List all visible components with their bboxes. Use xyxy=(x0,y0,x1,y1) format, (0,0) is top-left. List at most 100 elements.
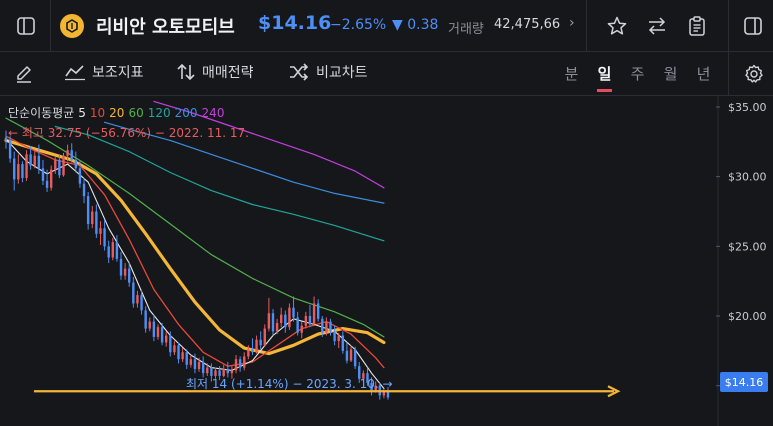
candle-body xyxy=(164,335,168,343)
clipboard-icon[interactable] xyxy=(677,6,717,46)
candle-body xyxy=(144,310,147,329)
candle-body xyxy=(17,164,20,180)
chevron-right-icon[interactable]: › xyxy=(569,15,575,31)
candle-body xyxy=(25,154,28,179)
top-bar: 리비안 오토모티브 $14.16 −2.65% ▼ 0.38 거래량 42,47… xyxy=(0,0,773,52)
candle-body xyxy=(95,211,98,234)
candle-body xyxy=(160,327,164,343)
indicator-label: 보조지표 xyxy=(92,65,144,81)
candle-body xyxy=(284,314,287,328)
tab-year[interactable]: 년 xyxy=(694,63,713,84)
stock-name: 리비안 오토모티브 xyxy=(96,17,235,38)
candle-body xyxy=(333,331,336,342)
candle-body xyxy=(296,317,299,333)
candle-body xyxy=(349,349,353,361)
candle-body xyxy=(21,164,24,179)
trend-line-icon xyxy=(65,65,85,81)
tab-day[interactable]: 일 xyxy=(595,63,614,92)
candle-body xyxy=(156,327,160,337)
candle-body xyxy=(353,349,357,367)
compare-button[interactable]: 비교차트 xyxy=(288,62,368,82)
candle-body xyxy=(292,307,295,318)
y-axis: $35.00$30.00$25.00$20.00$15.00 xyxy=(716,101,767,393)
tab-week[interactable]: 주 xyxy=(628,63,647,84)
candle-body xyxy=(177,345,180,360)
strategy-button[interactable]: 매매전략 xyxy=(176,62,254,82)
candle-body xyxy=(185,352,188,365)
header-actions xyxy=(597,6,717,46)
candle-body xyxy=(329,321,332,332)
tab-month[interactable]: 월 xyxy=(661,63,680,84)
candle-body xyxy=(189,359,193,365)
candle-body xyxy=(123,268,127,276)
volume-value: 42,475,66 xyxy=(494,17,561,32)
candle-body xyxy=(312,303,316,325)
candle-body xyxy=(337,335,340,342)
ma-legend-period: 20 xyxy=(109,106,125,120)
pen-icon[interactable] xyxy=(4,54,44,94)
candle-body xyxy=(140,295,143,311)
candle-body xyxy=(255,339,258,353)
candle-body xyxy=(41,168,45,181)
divider xyxy=(728,0,729,52)
y-tick-label: $30.00 xyxy=(728,171,767,184)
tab-minute[interactable]: 분 xyxy=(562,63,581,84)
sidebar-toggle-icon[interactable] xyxy=(6,6,46,46)
candle-body xyxy=(263,328,266,346)
y-tick-label: $20.00 xyxy=(728,310,767,323)
divider xyxy=(50,0,51,52)
up-down-arrows-icon xyxy=(177,63,195,81)
candle-body xyxy=(148,321,151,329)
candle-body xyxy=(29,154,32,166)
candle-body xyxy=(206,367,209,374)
candle-body xyxy=(259,339,262,346)
volume-label: 거래량 xyxy=(448,22,484,37)
indicator-button[interactable]: 보조지표 xyxy=(64,62,144,82)
candle-body xyxy=(128,268,131,283)
candle-body xyxy=(243,356,246,368)
candle-body xyxy=(321,318,324,333)
candle-body xyxy=(62,155,65,176)
candle-body xyxy=(132,282,135,304)
star-icon[interactable] xyxy=(597,6,637,46)
candle-body xyxy=(107,246,110,258)
candle-body xyxy=(201,362,205,374)
candle-body xyxy=(99,228,102,234)
ma-legend-period: 10 xyxy=(89,106,106,120)
candle-body xyxy=(119,258,123,276)
panel-right-icon[interactable] xyxy=(733,6,773,46)
candle-body xyxy=(341,335,345,351)
ma-legend-label: 단순이동평균 xyxy=(8,106,75,120)
ma-legend: 단순이동평균 5 10 20 60 120 200 240 xyxy=(8,104,232,121)
candle-body xyxy=(271,313,275,332)
candle-body xyxy=(8,140,12,159)
candle-body xyxy=(173,345,176,353)
ma-legend-period: 60 xyxy=(128,106,144,120)
candle-body xyxy=(70,150,73,160)
candle-body xyxy=(267,313,271,329)
candle-body xyxy=(78,168,82,184)
candle-body xyxy=(193,359,197,369)
ma-line-5 xyxy=(5,138,385,390)
change-amount: ▼ 0.38 xyxy=(392,17,439,33)
candle-body xyxy=(45,180,49,188)
candle-body xyxy=(288,307,291,328)
period-tabs: 분 일 주 월 년 xyxy=(562,63,713,92)
gear-icon[interactable] xyxy=(734,54,773,94)
candle-body xyxy=(251,349,254,353)
candle-body xyxy=(49,169,53,188)
candle-body xyxy=(66,150,69,156)
current-price-tag: $14.16 xyxy=(720,372,768,392)
candle-body xyxy=(280,314,283,323)
candle-body xyxy=(181,352,184,360)
ma-legend-period: 5 xyxy=(78,106,86,120)
candle-body xyxy=(82,183,86,197)
candle-body xyxy=(91,211,94,225)
ma-legend-period: 240 xyxy=(201,106,225,120)
chart-toolbar: 보조지표 매매전략 비교차트 분 일 주 월 년 xyxy=(0,52,773,96)
candle-body xyxy=(275,322,279,332)
ma-periods: 5 10 20 60 120 200 240 xyxy=(78,106,228,120)
swap-icon[interactable] xyxy=(637,6,677,46)
candle-body xyxy=(226,368,230,374)
y-tick-label: $35.00 xyxy=(728,101,767,114)
